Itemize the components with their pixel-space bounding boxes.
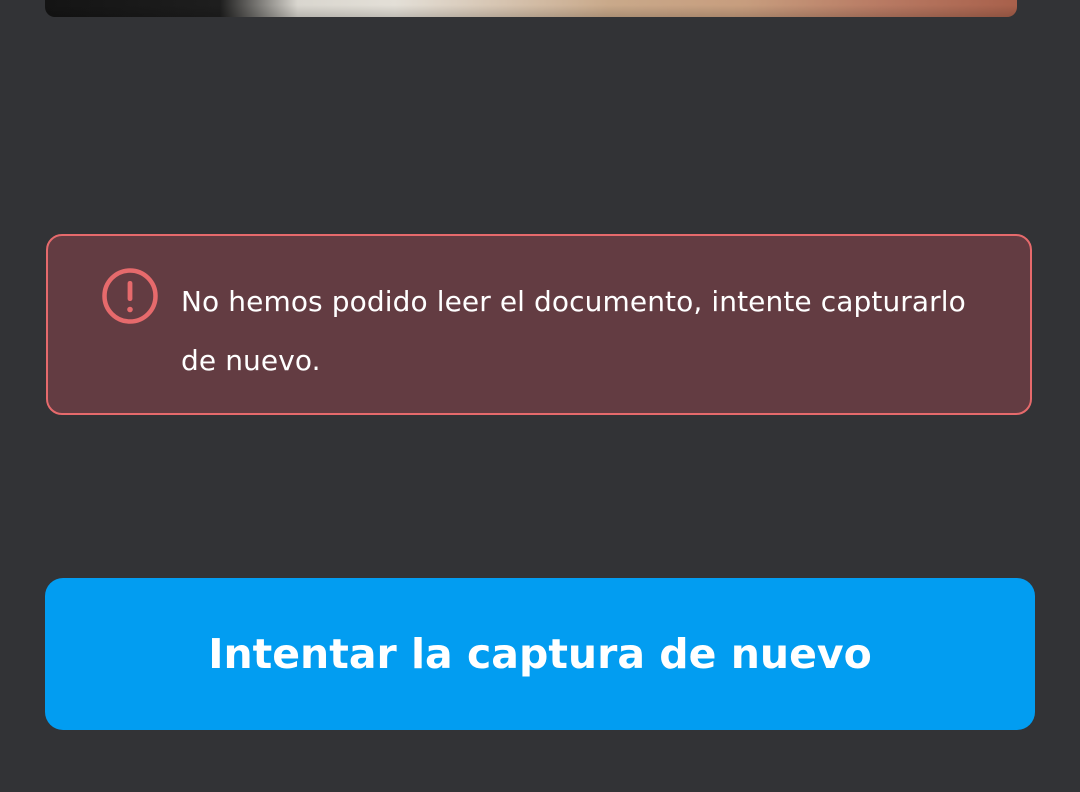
captured-document-preview (45, 0, 1017, 17)
error-alert: No hemos podido leer el documento, inten… (46, 234, 1032, 415)
exclamation-circle-icon (102, 268, 158, 324)
retry-capture-button[interactable]: Intentar la captura de nuevo (45, 578, 1035, 730)
error-message: No hemos podido leer el documento, inten… (181, 285, 966, 377)
